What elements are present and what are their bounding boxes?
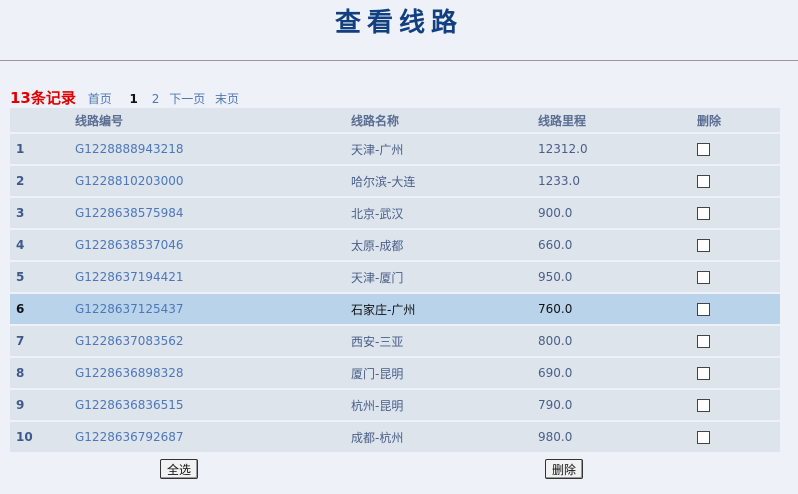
route-name-cell: 石家庄-广州 (351, 302, 416, 317)
delete-cell (697, 390, 710, 420)
route-code-link[interactable]: G1228637083562 (75, 334, 184, 348)
table-header-row: 线路编号 线路名称 线路里程 删除 (10, 108, 780, 132)
routes-table: 线路编号 线路名称 线路里程 删除 1 G1228888943218 天津-广州 12… (10, 108, 780, 454)
delete-cell (697, 422, 710, 452)
row-index: 7 (16, 334, 25, 348)
route-mileage-cell: 660.0 (538, 238, 573, 252)
route-name-cell: 西安-三亚 (351, 334, 404, 349)
delete-checkbox[interactable] (697, 366, 710, 380)
route-mileage-cell: 1233.0 (538, 174, 580, 188)
table-row[interactable]: 5 G1228637194421 天津-厦门 950.0 (10, 262, 780, 292)
route-code-cell: G1228637083562 (75, 326, 184, 356)
route-name-cell: 太原-成都 (351, 238, 404, 253)
delete-checkbox[interactable] (697, 142, 710, 156)
table-row[interactable]: 1 G1228888943218 天津-广州 12312.0 (10, 134, 780, 164)
route-code-link[interactable]: G1228636836515 (75, 398, 184, 412)
route-code-link[interactable]: G1228637194421 (75, 270, 184, 284)
route-name-cell: 天津-广州 (351, 142, 404, 157)
table-row[interactable]: 9 G1228636836515 杭州-昆明 790.0 (10, 390, 780, 420)
current-page-number: 1 (129, 92, 138, 106)
route-code-cell: G1228636836515 (75, 390, 184, 420)
route-code-cell: G1228637194421 (75, 262, 184, 292)
first-page-link[interactable]: 首页 (88, 92, 112, 106)
delete-cell (697, 166, 710, 196)
pagination-bar: 13条记录 首页 1 2 下一页 末页 (10, 88, 245, 108)
route-name-cell: 厦门-昆明 (351, 366, 404, 381)
delete-checkbox[interactable] (697, 398, 710, 412)
select-all-button[interactable]: 全选 (160, 459, 198, 479)
route-name-cell: 北京-武汉 (351, 206, 404, 221)
header-divider (0, 60, 798, 61)
row-index: 10 (16, 430, 33, 444)
route-code-link[interactable]: G1228637125437 (75, 302, 184, 316)
row-index: 8 (16, 366, 25, 380)
route-mileage-cell: 900.0 (538, 206, 573, 220)
route-name-cell: 天津-厦门 (351, 270, 404, 285)
header-delete: 删除 (697, 113, 722, 128)
page-title: 查看线路 (334, 8, 463, 38)
header-route-code: 线路编号 (75, 113, 124, 128)
table-row[interactable]: 8 G1228636898328 厦门-昆明 690.0 (10, 358, 780, 388)
row-index: 2 (16, 174, 25, 188)
route-name-cell: 成都-杭州 (351, 430, 404, 445)
delete-cell (697, 262, 710, 292)
table-row[interactable]: 3 G1228638575984 北京-武汉 900.0 (10, 198, 780, 228)
delete-checkbox[interactable] (697, 238, 710, 252)
delete-checkbox[interactable] (697, 334, 710, 348)
header-route-mileage: 线路里程 (538, 113, 587, 128)
row-index: 1 (16, 142, 25, 156)
delete-checkbox[interactable] (697, 270, 710, 284)
route-code-cell: G1228638537046 (75, 230, 184, 260)
header-route-name: 线路名称 (351, 113, 400, 128)
row-index: 6 (16, 302, 25, 316)
row-index: 3 (16, 206, 25, 220)
delete-button[interactable]: 删除 (545, 459, 583, 479)
delete-checkbox[interactable] (697, 430, 710, 444)
route-code-cell: G1228888943218 (75, 134, 184, 164)
delete-checkbox[interactable] (697, 302, 710, 316)
route-mileage-cell: 790.0 (538, 398, 573, 412)
route-mileage-cell: 980.0 (538, 430, 573, 444)
delete-checkbox[interactable] (697, 206, 710, 220)
route-mileage-cell: 690.0 (538, 366, 573, 380)
last-page-link[interactable]: 末页 (215, 92, 239, 106)
row-index: 5 (16, 270, 25, 284)
route-code-cell: G1228636898328 (75, 358, 184, 388)
table-row[interactable]: 7 G1228637083562 西安-三亚 800.0 (10, 326, 780, 356)
record-count: 13条记录 (10, 89, 76, 107)
route-code-cell: G1228810203000 (75, 166, 184, 196)
table-row[interactable]: 6 G1228637125437 石家庄-广州 760.0 (10, 294, 780, 324)
route-code-link[interactable]: G1228638575984 (75, 206, 184, 220)
route-code-link[interactable]: G1228638537046 (75, 238, 184, 252)
route-code-link[interactable]: G1228636792687 (75, 430, 184, 444)
delete-cell (697, 358, 710, 388)
delete-cell (697, 294, 710, 324)
route-mileage-cell: 950.0 (538, 270, 573, 284)
route-name-cell: 哈尔滨-大连 (351, 174, 416, 189)
route-name-cell: 杭州-昆明 (351, 398, 404, 413)
row-index: 9 (16, 398, 25, 412)
route-code-link[interactable]: G1228810203000 (75, 174, 184, 188)
row-index: 4 (16, 238, 25, 252)
table-row[interactable]: 2 G1228810203000 哈尔滨-大连 1233.0 (10, 166, 780, 196)
route-code-cell: G1228638575984 (75, 198, 184, 228)
page-header: 查看线路 (0, 0, 798, 60)
table-row[interactable]: 10 G1228636792687 成都-杭州 980.0 (10, 422, 780, 452)
page-2-link[interactable]: 2 (152, 92, 160, 106)
delete-checkbox[interactable] (697, 174, 710, 188)
route-code-cell: G1228636792687 (75, 422, 184, 452)
route-code-link[interactable]: G1228636898328 (75, 366, 184, 380)
route-mileage-cell: 760.0 (538, 302, 573, 316)
delete-cell (697, 230, 710, 260)
delete-cell (697, 326, 710, 356)
next-page-link[interactable]: 下一页 (169, 92, 205, 106)
delete-cell (697, 198, 710, 228)
route-code-link[interactable]: G1228888943218 (75, 142, 184, 156)
route-mileage-cell: 800.0 (538, 334, 573, 348)
table-row[interactable]: 4 G1228638537046 太原-成都 660.0 (10, 230, 780, 260)
route-code-cell: G1228637125437 (75, 294, 184, 324)
delete-cell (697, 134, 710, 164)
route-mileage-cell: 12312.0 (538, 142, 588, 156)
